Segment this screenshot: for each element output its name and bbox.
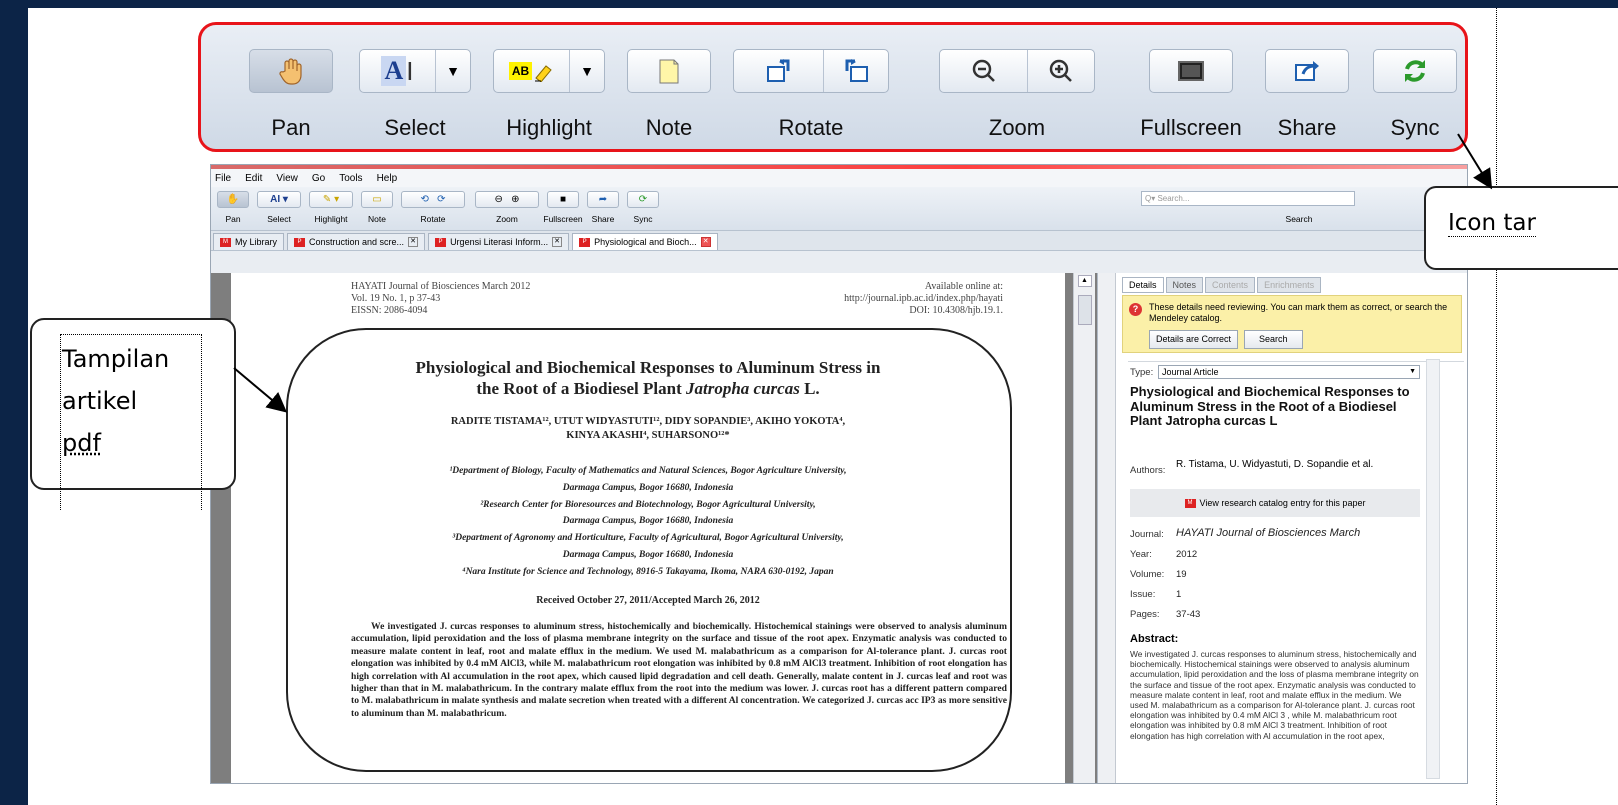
arrow-to-pdf xyxy=(233,367,288,413)
slide: AI ▼ AB ▼ Pan Select Highlight Note Rota… xyxy=(28,8,1618,805)
arrow-to-toolbar xyxy=(1457,133,1493,190)
annotation-arrows xyxy=(233,133,1493,413)
